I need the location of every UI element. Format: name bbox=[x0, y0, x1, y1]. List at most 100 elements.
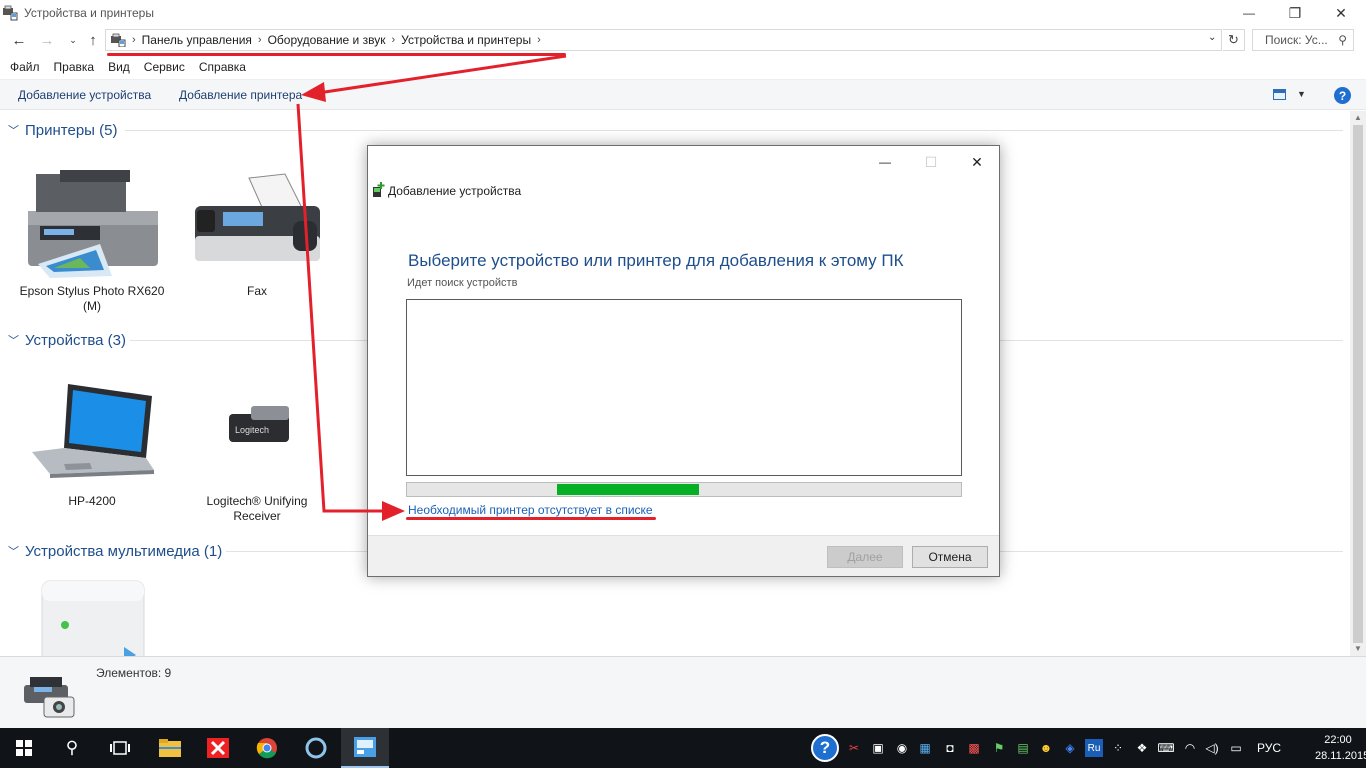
tray-icon-sync[interactable]: ▣ bbox=[869, 728, 887, 768]
back-arrow-icon: ← bbox=[11, 31, 27, 49]
menu-bar: Файл Правка Вид Сервис Справка bbox=[0, 60, 250, 78]
tray-icon-smiley[interactable]: ☻ bbox=[1037, 728, 1055, 768]
recent-locations-button[interactable]: ⌄ bbox=[62, 30, 84, 50]
minimize-icon: — bbox=[879, 155, 891, 169]
media-device-icon bbox=[41, 580, 144, 656]
device-hp-4200[interactable]: HP-4200 bbox=[17, 376, 167, 509]
tray-icon-monitor[interactable]: ▦ bbox=[916, 728, 934, 768]
tray-icon-scissors[interactable]: ✂ bbox=[845, 728, 863, 768]
tray-help-icon[interactable]: ? bbox=[809, 728, 841, 768]
location-icon bbox=[110, 33, 126, 48]
taskbar-file-explorer[interactable] bbox=[146, 728, 194, 768]
device-label: Logitech® Unifying Receiver bbox=[206, 494, 308, 523]
help-circle-icon: ? bbox=[811, 734, 839, 762]
group-header-printers[interactable]: ﹀ Принтеры (5) bbox=[8, 120, 117, 140]
close-button[interactable]: ✕ bbox=[1318, 0, 1364, 26]
menu-view[interactable]: Вид bbox=[108, 60, 130, 78]
taskbar-chrome[interactable] bbox=[243, 728, 291, 768]
address-dropdown-icon[interactable]: ⌄ bbox=[1208, 32, 1216, 43]
chevron-right-icon: › bbox=[132, 34, 136, 46]
device-epson-printer[interactable]: Epson Stylus Photo RX620 (M) bbox=[17, 166, 167, 314]
printer-camera-icon bbox=[24, 677, 75, 718]
dialog-title: Добавление устройства bbox=[388, 184, 522, 198]
menu-tools[interactable]: Сервис bbox=[144, 60, 185, 78]
menu-help[interactable]: Справка bbox=[199, 60, 246, 78]
clock[interactable]: 22:00 28.11.2015 bbox=[1315, 732, 1366, 764]
tray-icon-disc[interactable]: ◉ bbox=[893, 728, 911, 768]
taskbar-control-panel[interactable] bbox=[341, 728, 389, 768]
back-button[interactable]: ← bbox=[8, 30, 30, 50]
group-title: Принтеры (5) bbox=[25, 121, 118, 139]
usb-receiver-icon: Logitech bbox=[228, 406, 289, 442]
next-button[interactable]: Далее bbox=[827, 546, 903, 568]
dialog-minimize-button[interactable]: — bbox=[862, 148, 908, 176]
chevron-right-icon[interactable]: › bbox=[258, 34, 262, 46]
scrollbar-thumb[interactable] bbox=[1353, 125, 1363, 643]
restore-button[interactable]: ❐ bbox=[1272, 0, 1318, 26]
device-fax[interactable]: Fax bbox=[182, 166, 332, 299]
group-header-devices[interactable]: ﹀ Устройства (3) bbox=[8, 330, 126, 350]
breadcrumb-devices-printers[interactable]: Устройства и принтеры bbox=[401, 33, 531, 47]
svg-text:Logitech: Logitech bbox=[235, 425, 269, 435]
scroll-up-icon[interactable]: ▲ bbox=[1354, 113, 1362, 122]
device-media-server[interactable] bbox=[17, 573, 167, 656]
chevron-down-icon: ﹀ bbox=[8, 546, 19, 558]
volume-icon[interactable]: ◁) bbox=[1203, 728, 1221, 768]
notification-icon[interactable]: ▭ bbox=[1227, 728, 1245, 768]
title-bar: Устройства и принтеры — ❐ ✕ bbox=[0, 0, 1366, 26]
dropbox-icon[interactable]: ❖ bbox=[1133, 728, 1151, 768]
chevron-down-icon: ⌄ bbox=[69, 34, 77, 45]
add-printer-button[interactable]: Добавление принтера bbox=[179, 88, 302, 102]
tray-icon-keyboard[interactable]: ⌨ bbox=[1157, 728, 1175, 768]
menu-edit[interactable]: Правка bbox=[54, 60, 95, 78]
wifi-icon[interactable]: ◠ bbox=[1181, 728, 1199, 768]
annotation-underline bbox=[406, 517, 656, 520]
tray-icon-lang-ru[interactable]: Ru bbox=[1085, 739, 1103, 757]
tray-icon-record[interactable]: ▩ bbox=[965, 728, 983, 768]
vertical-scrollbar[interactable]: ▲ ▼ bbox=[1350, 111, 1366, 656]
refresh-button[interactable]: ↻ bbox=[1223, 29, 1245, 51]
taskbar: ⚲ ? ✂ ▣ ◉ ▦ ◘ ▩ ⚑ ▤ ☻ ◈ Ru ⁘ ❖ ⌨ ◠ ◁) ▭ … bbox=[0, 728, 1366, 768]
scroll-down-icon[interactable]: ▼ bbox=[1354, 644, 1362, 653]
tray-icon-green[interactable]: ▤ bbox=[1014, 728, 1032, 768]
change-view-icon[interactable] bbox=[1273, 89, 1286, 100]
search-input[interactable]: Поиск: Ус... ⚲ bbox=[1252, 29, 1354, 51]
control-panel-icon bbox=[354, 737, 376, 757]
tray-icon-grid[interactable]: ⁘ bbox=[1109, 728, 1127, 768]
minimize-button[interactable]: — bbox=[1226, 0, 1272, 26]
tray-icon-blue[interactable]: ◈ bbox=[1061, 728, 1079, 768]
language-indicator[interactable]: РУС bbox=[1251, 728, 1287, 768]
searching-status: Идет поиск устройств bbox=[407, 277, 518, 289]
search-placeholder: Поиск: Ус... bbox=[1265, 33, 1328, 47]
device-logitech-receiver[interactable]: Logitech Logitech® Unifying Receiver bbox=[182, 376, 332, 524]
ring-icon bbox=[305, 737, 327, 759]
device-list[interactable] bbox=[406, 299, 962, 476]
menu-file[interactable]: Файл bbox=[10, 60, 40, 78]
tray-icon-network-app[interactable]: ⚑ bbox=[990, 728, 1008, 768]
status-bar: Элементов: 9 bbox=[0, 656, 1366, 728]
folder-icon bbox=[159, 739, 181, 757]
address-bar[interactable]: › Панель управления › Оборудование и зву… bbox=[105, 29, 1222, 51]
cancel-button[interactable]: Отмена bbox=[912, 546, 988, 568]
taskbar-app-circle[interactable] bbox=[292, 728, 340, 768]
search-button[interactable]: ⚲ bbox=[48, 728, 96, 768]
forward-button[interactable]: → bbox=[36, 30, 58, 50]
task-view-button[interactable] bbox=[96, 728, 144, 768]
clock-date: 28.11.2015 bbox=[1315, 750, 1366, 762]
up-button[interactable]: ↑ bbox=[82, 30, 104, 50]
start-button[interactable] bbox=[0, 728, 48, 768]
breadcrumb-control-panel[interactable]: Панель управления bbox=[142, 33, 252, 47]
chevron-right-icon[interactable]: › bbox=[391, 34, 395, 46]
restore-icon: ❐ bbox=[1288, 4, 1302, 21]
add-device-button[interactable]: Добавление устройства bbox=[18, 88, 151, 102]
breadcrumb-hardware-sound[interactable]: Оборудование и звук bbox=[268, 33, 386, 47]
printer-icon bbox=[27, 170, 158, 278]
help-icon[interactable]: ? bbox=[1334, 87, 1351, 104]
group-header-multimedia[interactable]: ﹀ Устройства мультимедиа (1) bbox=[8, 541, 222, 561]
dialog-close-button[interactable]: ✕ bbox=[954, 148, 1000, 176]
tray-icon-camera[interactable]: ◘ bbox=[941, 728, 959, 768]
taskbar-app-xmind[interactable] bbox=[194, 728, 242, 768]
chevron-right-icon[interactable]: › bbox=[537, 34, 541, 46]
printer-not-listed-link[interactable]: Необходимый принтер отсутствует в списке bbox=[408, 503, 653, 517]
view-dropdown-icon[interactable]: ▼ bbox=[1297, 89, 1306, 99]
